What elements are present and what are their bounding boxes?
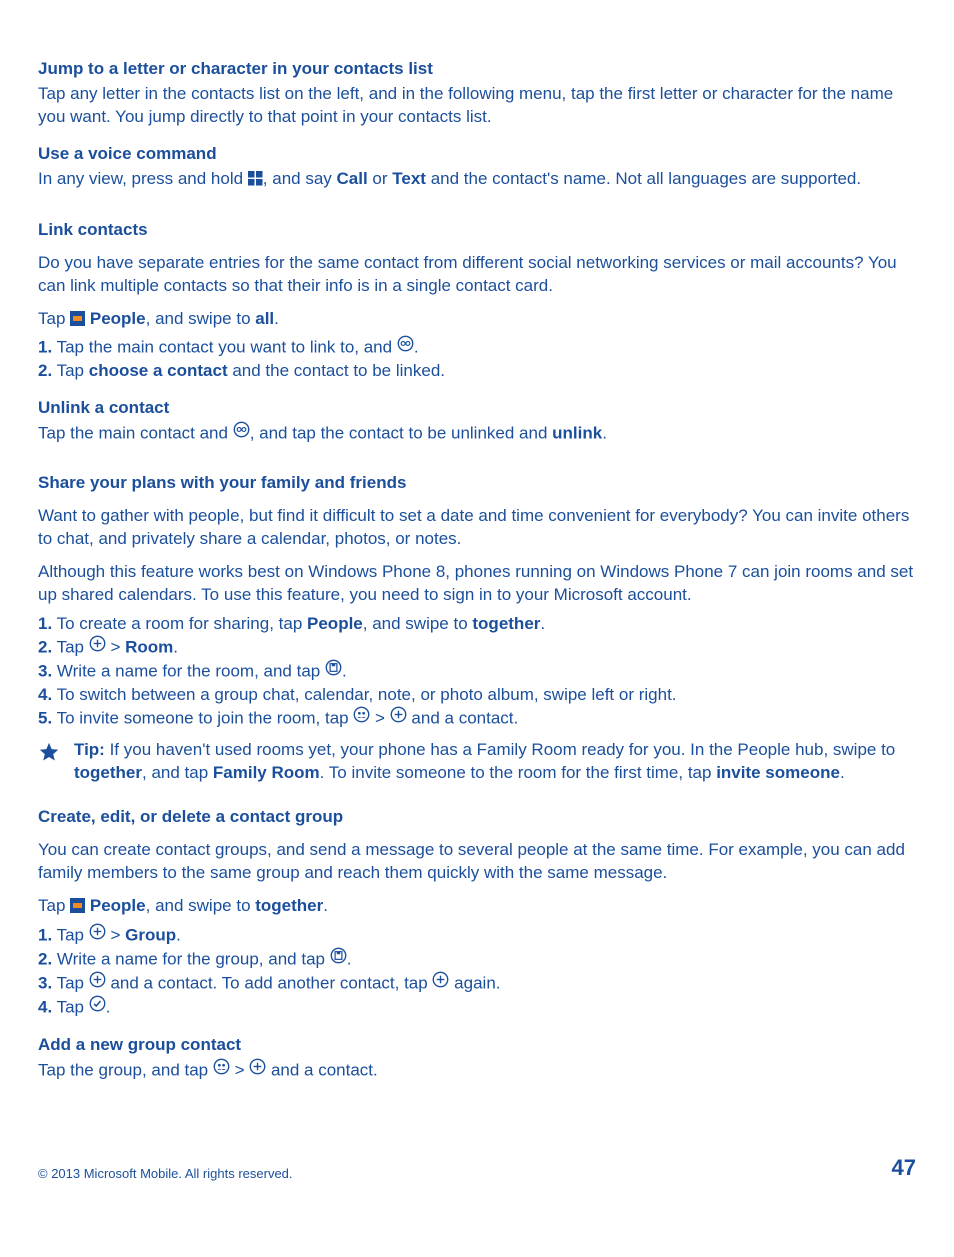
step-link-1: 1. Tap the main contact you want to link…: [38, 336, 916, 360]
para-group-1: You can create contact groups, and send …: [38, 839, 916, 885]
start-icon: [248, 170, 263, 193]
heading-add-group-contact: Add a new group contact: [38, 1034, 916, 1057]
para-share-2: Although this feature works best on Wind…: [38, 561, 916, 607]
para-add-group-contact: Tap the group, and tap > and a contact.: [38, 1059, 916, 1083]
line-tap-people-together: Tap People, and swipe to together.: [38, 895, 916, 918]
line-tap-people-all: Tap People, and swipe to all.: [38, 308, 916, 331]
link-icon: [397, 335, 414, 359]
para-voice-command: In any view, press and hold , and say Ca…: [38, 168, 916, 193]
save-icon: [330, 947, 347, 971]
link-icon: [233, 421, 250, 445]
plus-icon: [89, 923, 106, 947]
plus-icon: [249, 1058, 266, 1082]
tip-block: Tip: If you haven't used rooms yet, your…: [38, 739, 916, 785]
step-group-3: 3. Tap and a contact. To add another con…: [38, 972, 916, 996]
tip-text: Tip: If you haven't used rooms yet, your…: [74, 739, 916, 785]
star-icon: [38, 741, 60, 770]
step-room-4: 4. To switch between a group chat, calen…: [38, 684, 916, 707]
step-group-4: 4. Tap .: [38, 996, 916, 1020]
step-room-5: 5. To invite someone to join the room, t…: [38, 707, 916, 731]
check-icon: [89, 995, 106, 1019]
members-icon: [213, 1058, 230, 1082]
para-unlink-contact: Tap the main contact and , and tap the c…: [38, 422, 916, 446]
footer-copyright: © 2013 Microsoft Mobile. All rights rese…: [38, 1165, 293, 1183]
heading-unlink-contact: Unlink a contact: [38, 397, 916, 420]
step-link-2: 2. Tap choose a contact and the contact …: [38, 360, 916, 383]
plus-icon: [89, 635, 106, 659]
heading-contact-group: Create, edit, or delete a contact group: [38, 806, 916, 829]
para-share-1: Want to gather with people, but find it …: [38, 505, 916, 551]
step-group-2: 2. Write a name for the group, and tap .: [38, 948, 916, 972]
step-room-1: 1. To create a room for sharing, tap Peo…: [38, 613, 916, 636]
heading-share-plans: Share your plans with your family and fr…: [38, 472, 916, 495]
people-tile-icon: [70, 310, 85, 325]
para-jump-letter: Tap any letter in the contacts list on t…: [38, 83, 916, 129]
step-room-2: 2. Tap > Room.: [38, 636, 916, 660]
step-group-1: 1. Tap > Group.: [38, 924, 916, 948]
plus-icon: [390, 706, 407, 730]
members-icon: [353, 706, 370, 730]
step-room-3: 3. Write a name for the room, and tap .: [38, 660, 916, 684]
heading-jump-letter: Jump to a letter or character in your co…: [38, 58, 916, 81]
plus-icon: [432, 971, 449, 995]
plus-icon: [89, 971, 106, 995]
people-tile-icon: [70, 897, 85, 912]
para-link-contacts: Do you have separate entries for the sam…: [38, 252, 916, 298]
heading-voice-command: Use a voice command: [38, 143, 916, 166]
page-number: 47: [892, 1153, 916, 1183]
save-icon: [325, 659, 342, 683]
heading-link-contacts: Link contacts: [38, 219, 916, 242]
